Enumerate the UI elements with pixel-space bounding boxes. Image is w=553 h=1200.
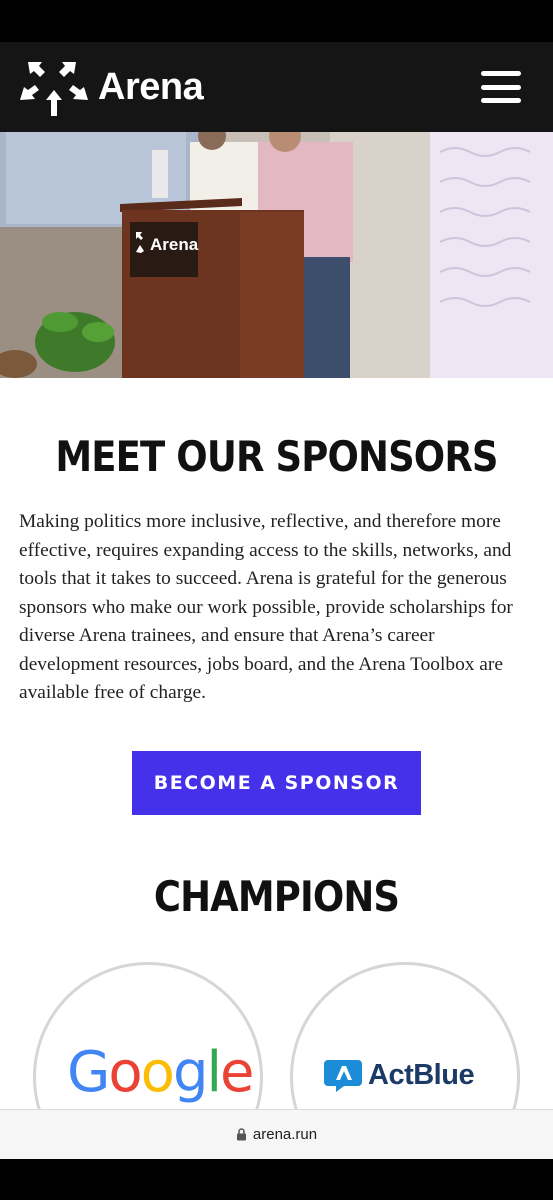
champions-heading: CHAMPIONS bbox=[153, 872, 400, 921]
actblue-logo: ActBlue bbox=[324, 1058, 475, 1092]
arena-arrows-icon bbox=[20, 62, 88, 116]
url-text: arena.run bbox=[252, 1126, 318, 1143]
sponsors-heading: MEET OUR SPONSORS bbox=[55, 432, 498, 481]
sponsors-description: Making politics more inclusive, reflecti… bbox=[19, 511, 513, 703]
home-indicator-bar bbox=[0, 1159, 553, 1200]
hero-image: Arena bbox=[0, 132, 553, 378]
actblue-icon bbox=[324, 1060, 362, 1092]
google-logo: Google bbox=[67, 1040, 255, 1105]
actblue-text: ActBlue bbox=[368, 1058, 475, 1091]
browser-url-bar[interactable]: arena.run bbox=[0, 1109, 553, 1159]
logo-text: Arena bbox=[98, 65, 204, 108]
status-bar bbox=[0, 0, 553, 42]
site-logo[interactable]: Arena bbox=[18, 54, 204, 120]
site-header: Arena bbox=[0, 42, 553, 132]
lock-icon bbox=[236, 1128, 246, 1141]
podium-logo-text: Arena bbox=[150, 235, 199, 254]
become-sponsor-button[interactable]: BECOME A SPONSOR bbox=[132, 751, 421, 815]
hamburger-menu-icon[interactable] bbox=[481, 71, 521, 103]
